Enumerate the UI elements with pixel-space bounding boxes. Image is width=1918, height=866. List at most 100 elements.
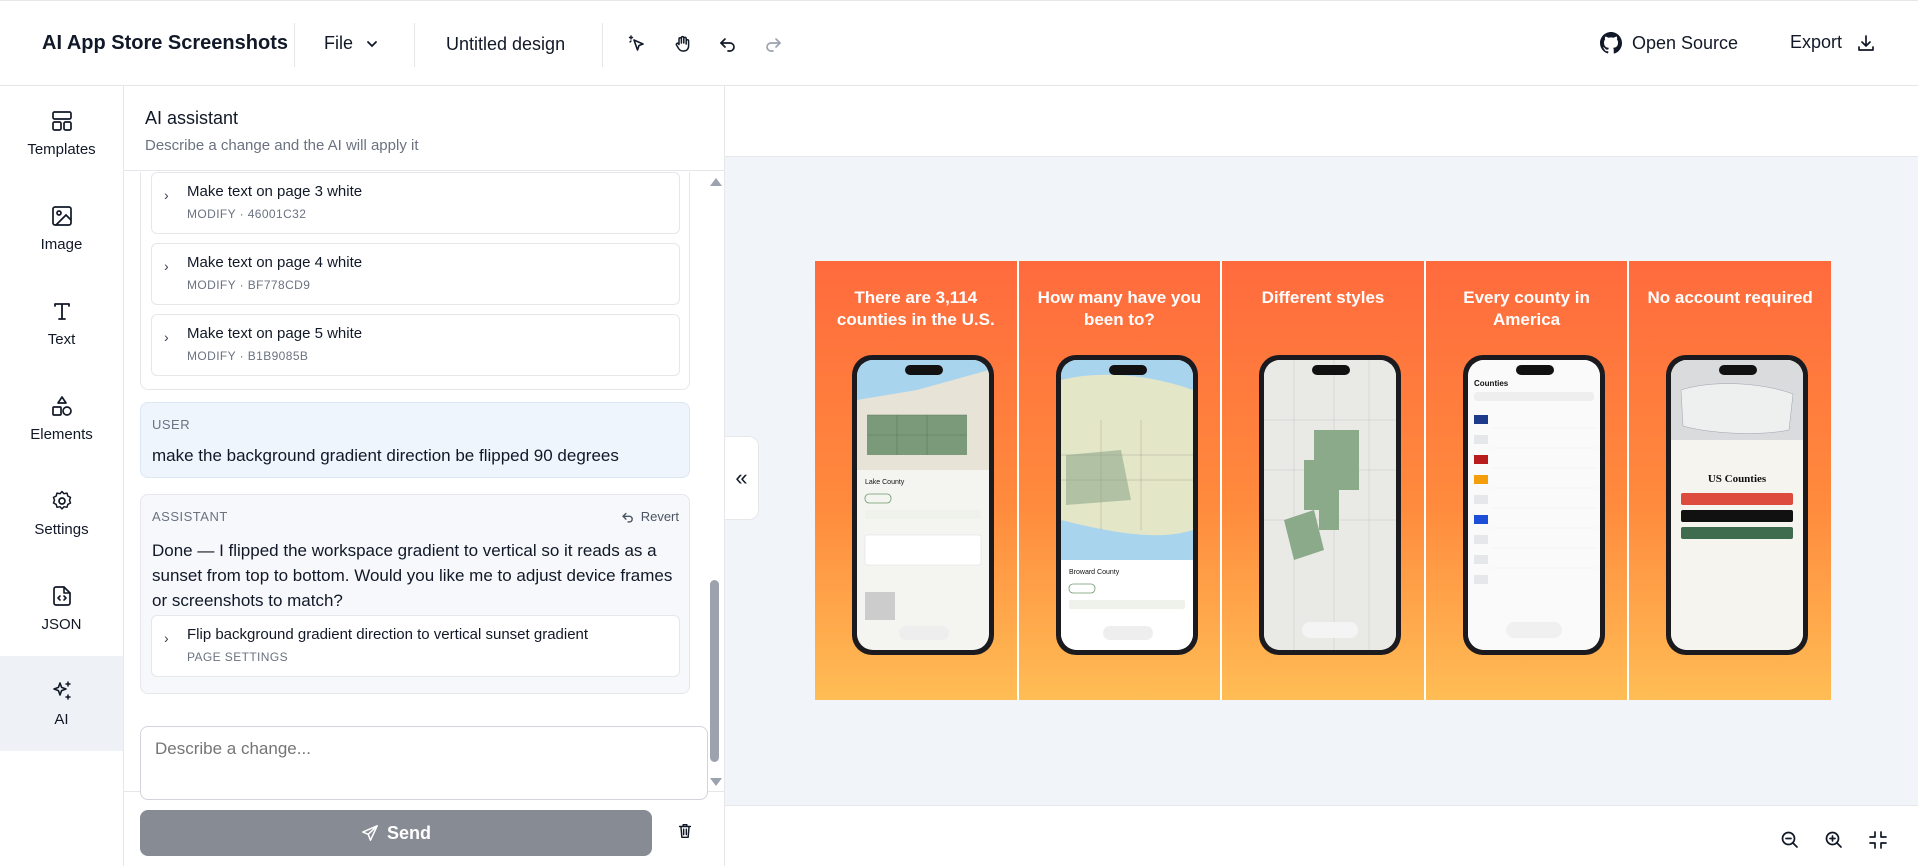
chevron-down-icon <box>367 40 377 47</box>
phone-screen: Counties <box>1467 360 1600 650</box>
chevron-right-icon: › <box>164 329 169 345</box>
screenshot-caption[interactable]: How many have you been to? <box>1027 287 1213 331</box>
scroll-down-arrow[interactable] <box>710 778 722 786</box>
message-role: ASSISTANT <box>152 509 228 524</box>
select-tool[interactable] <box>624 31 650 57</box>
screenshot-caption[interactable]: Every county in America <box>1434 287 1620 331</box>
divider <box>294 23 295 67</box>
change-input[interactable] <box>140 726 708 800</box>
document-title[interactable]: Untitled design <box>446 34 565 55</box>
device-frame[interactable]: Lake County <box>852 355 994 655</box>
change-title: Flip background gradient direction to ve… <box>187 626 589 643</box>
device-frame[interactable]: US Counties <box>1666 355 1809 655</box>
layout-icon <box>51 111 72 131</box>
map-screenshot <box>1264 360 1397 650</box>
undo-icon <box>621 512 633 523</box>
chevron-right-icon: › <box>164 187 169 203</box>
screenshot-page[interactable]: How many have you been to? Broward Count… <box>1018 261 1221 700</box>
revert-button[interactable]: Revert <box>621 509 679 524</box>
undo-icon <box>720 38 735 52</box>
rail-item-label: Image <box>40 236 83 253</box>
undo-button[interactable] <box>715 31 741 57</box>
zoom-out-button[interactable] <box>1778 828 1802 852</box>
rail-item-ai[interactable]: AI <box>0 656 123 751</box>
zoom-in-icon <box>1825 831 1842 848</box>
zoom-controls <box>1778 828 1890 852</box>
device-frame[interactable]: Counties <box>1462 355 1605 655</box>
svg-text:Broward County: Broward County <box>1069 569 1120 576</box>
download-icon <box>1858 34 1874 51</box>
shapes-icon <box>51 396 72 416</box>
screenshot-page[interactable]: Different styles <box>1222 261 1424 700</box>
screenshot-page[interactable]: There are 3,114 counties in the U.S. Lak… <box>815 261 1017 700</box>
send-label: Send <box>386 822 431 843</box>
top-bar: AI App Store Screenshots File Untitled d… <box>0 0 1918 86</box>
rail-item-image[interactable]: Image <box>0 181 123 276</box>
screenshot-caption[interactable]: No account required <box>1637 287 1823 309</box>
send-button[interactable]: Send <box>140 810 652 856</box>
revert-label: Revert <box>640 509 679 524</box>
clear-chat-button[interactable] <box>676 822 698 844</box>
tool-rail: Templates Image Text Elements Settings J… <box>0 86 124 866</box>
dynamic-island <box>905 365 943 375</box>
rail-item-text[interactable]: Text <box>0 276 123 371</box>
pointer-sparkle-icon <box>628 35 644 51</box>
zoom-in-button[interactable] <box>1822 828 1846 852</box>
device-frame[interactable] <box>1259 355 1402 655</box>
pan-tool[interactable] <box>670 31 696 57</box>
svg-text:Counties: Counties <box>1474 379 1509 388</box>
change-item[interactable]: › Make text on page 5 white MODIFY · B1B… <box>151 314 680 376</box>
open-source-link[interactable]: Open Source <box>1600 32 1738 54</box>
file-menu[interactable]: File <box>324 33 379 54</box>
collapse-panel-button[interactable]: « <box>725 436 759 520</box>
rail-item-templates[interactable]: Templates <box>0 86 123 181</box>
dynamic-island <box>1719 365 1758 375</box>
map-screenshot: Lake County <box>857 360 989 640</box>
device-frame[interactable]: Broward County <box>1055 355 1198 655</box>
minimize-icon <box>1869 831 1887 849</box>
screenshot-caption[interactable]: Different styles <box>1230 287 1416 309</box>
change-title: Make text on page 4 white <box>187 254 363 271</box>
scrollbar-thumb[interactable] <box>710 580 719 762</box>
redo-icon <box>766 38 781 52</box>
change-title: Make text on page 5 white <box>187 325 363 342</box>
design-canvas[interactable]: « There are 3,114 counties in the U.S. L… <box>725 86 1918 866</box>
divider <box>602 23 603 67</box>
screenshot-page[interactable]: No account required US Counties <box>1629 261 1831 700</box>
screenshot-strip: There are 3,114 counties in the U.S. Lak… <box>815 261 1831 700</box>
change-item[interactable]: › Flip background gradient direction to … <box>151 615 680 677</box>
screenshot-caption[interactable]: There are 3,114 counties in the U.S. <box>823 287 1009 331</box>
trash-icon <box>678 823 692 839</box>
screenshot-page[interactable]: Every county in America Counties <box>1425 261 1628 700</box>
gear-icon <box>52 490 71 510</box>
export-button[interactable]: Export <box>1790 32 1876 53</box>
change-item[interactable]: › Make text on page 4 white MODIFY · BF7… <box>151 243 680 305</box>
rail-item-json[interactable]: JSON <box>0 561 123 656</box>
user-message: USER make the background gradient direct… <box>140 402 690 478</box>
list-screenshot: Counties <box>1467 360 1600 650</box>
code-file-icon <box>52 586 71 606</box>
text-icon <box>53 303 70 320</box>
rail-item-label: AI <box>54 711 69 728</box>
panel-title: AI assistant <box>145 108 239 128</box>
change-meta: PAGE SETTINGS <box>187 650 288 664</box>
phone-screen: Lake County <box>857 360 989 650</box>
dynamic-island <box>1312 365 1351 375</box>
change-item[interactable]: › Make text on page 3 white MODIFY · 460… <box>151 172 680 234</box>
rail-item-label: Settings <box>34 521 89 538</box>
phone-screen: Broward County <box>1060 360 1193 650</box>
rail-item-label: JSON <box>41 616 82 633</box>
rail-item-elements[interactable]: Elements <box>0 371 123 466</box>
rail-item-label: Templates <box>27 141 96 158</box>
divider <box>414 23 415 67</box>
ai-assistant-panel: AI assistant Describe a change and the A… <box>124 86 725 866</box>
fit-screen-button[interactable] <box>1866 828 1890 852</box>
chat-history[interactable]: › Make text on page 3 white MODIFY · 460… <box>124 172 724 792</box>
scroll-up-arrow[interactable] <box>710 178 722 186</box>
map-screenshot: Broward County <box>1060 360 1193 650</box>
change-meta: MODIFY · B1B9085B <box>187 349 309 363</box>
signin-screenshot: US Counties <box>1671 360 1804 650</box>
redo-button[interactable] <box>760 31 786 57</box>
rail-item-settings[interactable]: Settings <box>0 466 123 561</box>
rail-item-label: Elements <box>30 426 93 443</box>
